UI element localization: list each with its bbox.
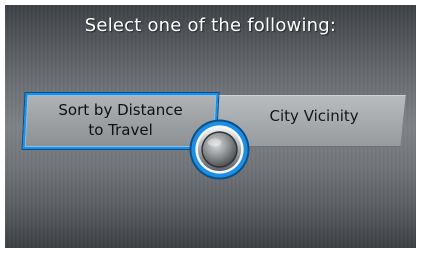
interface-dial-icon[interactable]: [188, 118, 251, 181]
city-vicinity-label: City Vicinity: [269, 107, 360, 125]
screen-title: Select one of the following:: [84, 15, 337, 36]
sort-by-distance-label-line-1: Sort by Distance: [58, 101, 183, 119]
sort-by-distance-label-line-2: to Travel: [88, 121, 153, 139]
navigation-screen: Select one of the following: Sort by Dis…: [5, 5, 416, 248]
sort-by-distance-label: Sort by Distance to Travel: [33, 100, 208, 140]
